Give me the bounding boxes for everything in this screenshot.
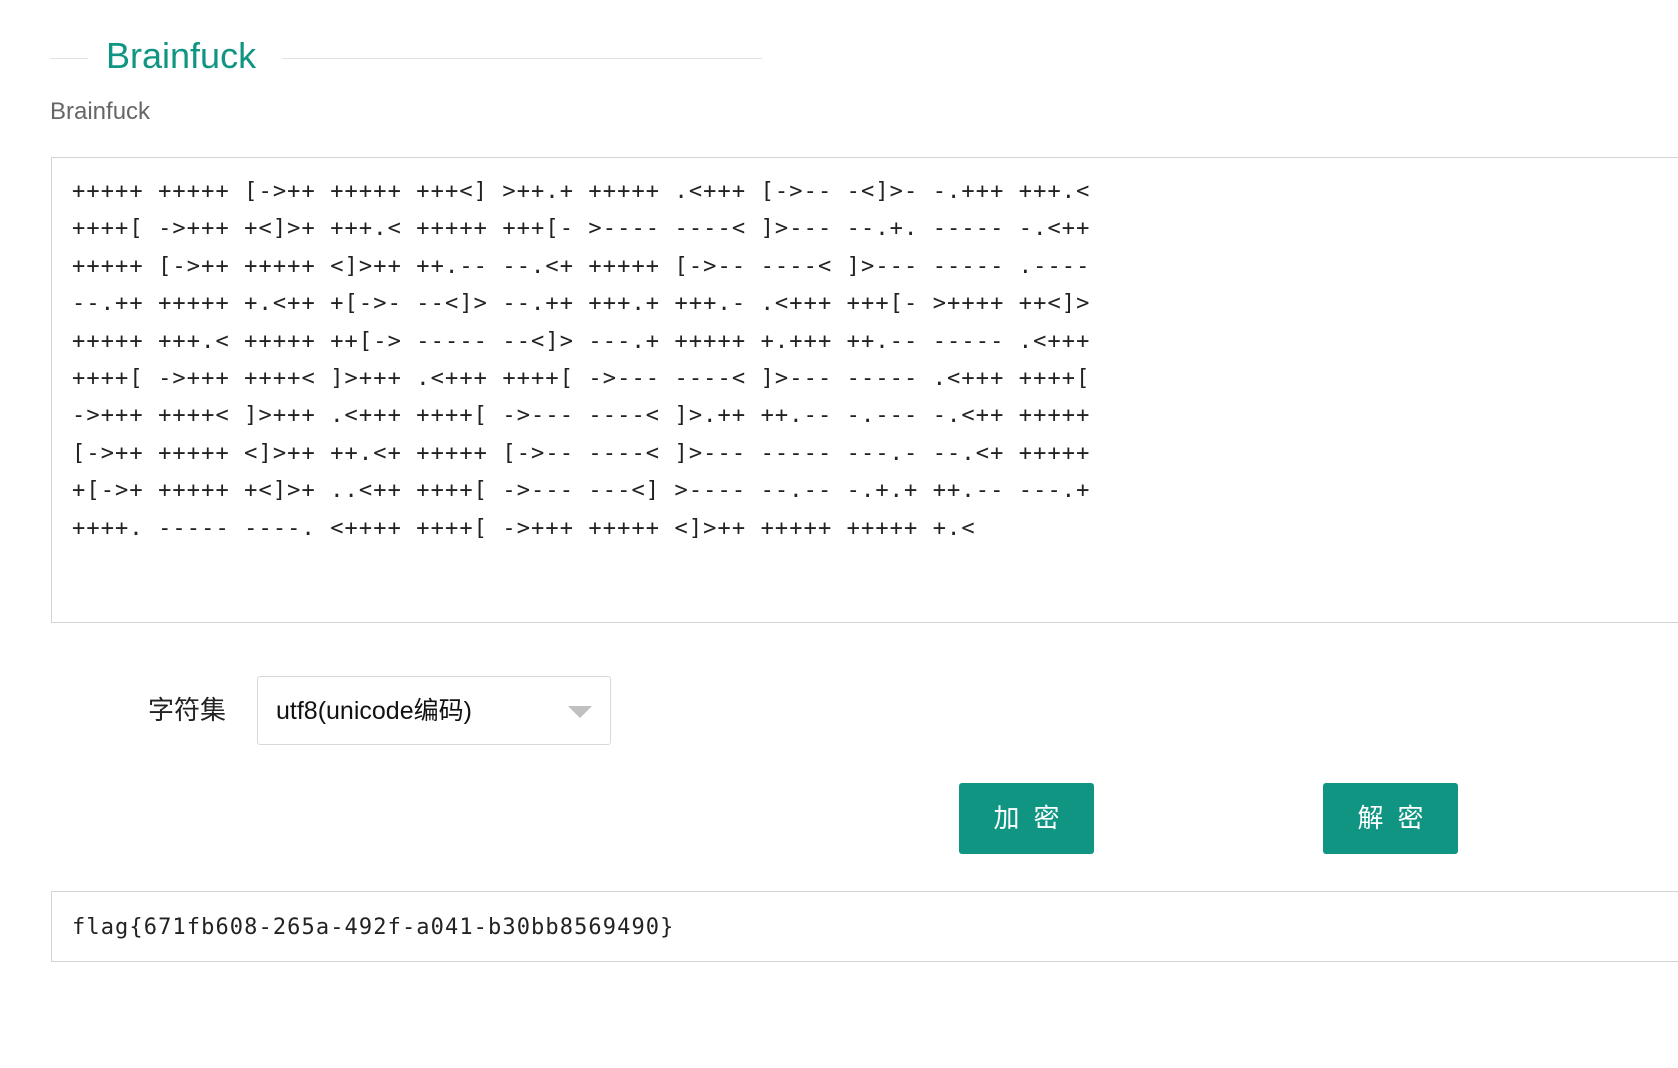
code-line: +++++ +++.< +++++ ++[-> ----- --<]> ---.…	[72, 328, 1091, 354]
page-subtitle: Brainfuck	[50, 98, 151, 125]
code-line: [->++ +++++ <]>++ ++.<+ +++++ [->-- ----…	[72, 440, 1091, 466]
section-header: Brainfuck	[50, 30, 762, 86]
code-line: --.++ +++++ +.<++ +[->- --<]> --.++ +++.…	[72, 291, 1091, 317]
code-line: +[->+ +++++ +<]>+ ..<++ ++++[ ->--- ---<…	[72, 478, 1091, 504]
page: Brainfuck Brainfuck +++++ +++++ [->++ ++…	[0, 0, 1678, 1068]
code-line: ->+++ ++++< ]>+++ .<+++ ++++[ ->--- ----…	[72, 403, 1091, 429]
code-line: ++++[ ->+++ ++++< ]>+++ .<+++ ++++[ ->--…	[72, 366, 1091, 392]
result-text: flag{671fb608-265a-492f-a041-b30bb856949…	[72, 915, 675, 940]
header-divider-right	[282, 58, 762, 59]
code-line: ++++[ ->+++ +<]>+ +++.< +++++ +++[- >---…	[72, 216, 1091, 242]
header-divider-left	[50, 58, 88, 59]
result-output-field[interactable]: flag{671fb608-265a-492f-a041-b30bb856949…	[51, 891, 1678, 962]
code-line: ++++. ----- ----. <++++ ++++[ ->+++ ++++…	[72, 515, 976, 541]
brainfuck-input-textarea[interactable]: +++++ +++++ [->++ +++++ +++<] >++.+ ++++…	[51, 157, 1678, 623]
decrypt-button[interactable]: 解密	[1323, 783, 1458, 854]
charset-selected-value: utf8(unicode编码)	[276, 697, 472, 725]
chevron-down-icon	[568, 706, 592, 718]
charset-label: 字符集	[148, 695, 227, 725]
code-line: +++++ [->++ +++++ <]>++ ++.-- --.<+ ++++…	[72, 253, 1091, 279]
page-title: Brainfuck	[106, 35, 257, 76]
code-line: +++++ +++++ [->++ +++++ +++<] >++.+ ++++…	[72, 179, 1091, 204]
charset-select[interactable]: utf8(unicode编码)	[257, 676, 611, 745]
encrypt-button[interactable]: 加密	[959, 783, 1094, 854]
